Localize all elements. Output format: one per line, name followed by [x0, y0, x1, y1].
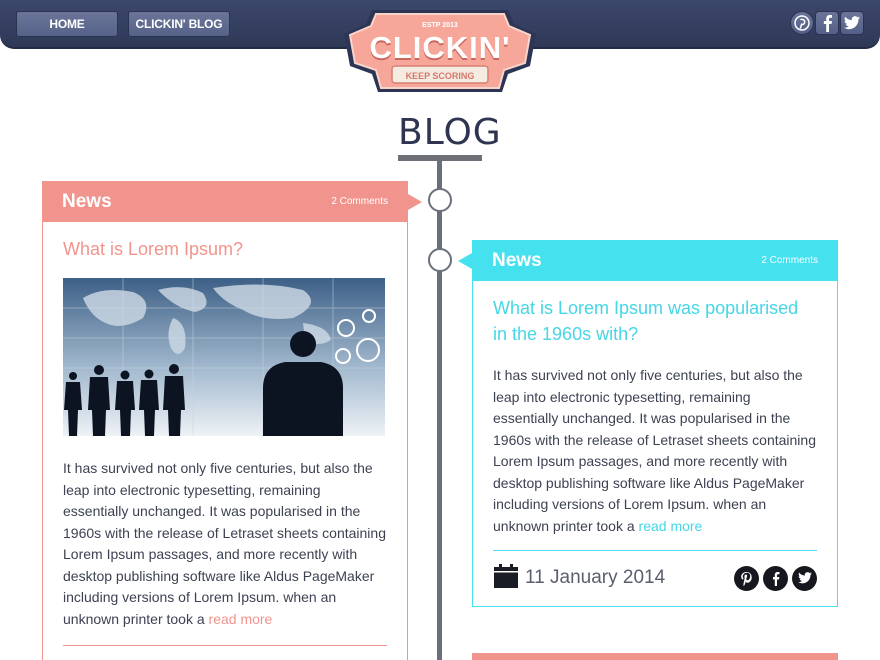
post-category: News — [62, 190, 112, 212]
post-excerpt-text: It has survived not only five centuries,… — [63, 460, 386, 627]
page: HOME CLICKIN' BLOG ESTP 2013 CLICKIN' KE… — [0, 0, 880, 660]
logo-tagline: KEEP SCORING — [405, 71, 475, 81]
blog-nav-button[interactable]: CLICKIN' BLOG — [128, 11, 230, 37]
comments-link[interactable]: 2 Comments — [761, 255, 818, 266]
post-header: News 2 Comments — [42, 181, 422, 222]
timeline-node — [428, 248, 452, 272]
next-post-card-header — [472, 653, 838, 660]
pinterest-icon[interactable] — [734, 565, 759, 591]
blog-post-card: News 2 Comments What is Lorem Ipsum? It … — [42, 181, 422, 660]
post-date: 11 January 2014 — [493, 563, 665, 594]
facebook-icon[interactable] — [763, 565, 788, 591]
read-more-link[interactable]: read more — [639, 518, 703, 534]
facebook-icon[interactable] — [815, 11, 839, 35]
post-date-text: 11 January 2014 — [525, 567, 666, 588]
post-category: News — [492, 249, 542, 271]
logo-established: ESTP 2013 — [422, 22, 458, 29]
twitter-icon[interactable] — [840, 11, 864, 35]
post-header: News 2 Comments — [458, 240, 838, 281]
calendar-icon — [493, 563, 519, 594]
page-title: BLOG — [398, 112, 502, 153]
twitter-icon[interactable] — [792, 565, 817, 591]
comments-link[interactable]: 2 Comments — [331, 196, 388, 207]
post-image — [63, 278, 385, 436]
clickin-logo[interactable]: ESTP 2013 CLICKIN' KEEP SCORING — [342, 4, 538, 96]
post-title[interactable]: What is Lorem Ipsum? — [63, 236, 387, 262]
timeline-line — [437, 160, 442, 660]
pinterest-icon[interactable] — [790, 11, 814, 35]
post-excerpt: It has survived not only five centuries,… — [63, 458, 387, 630]
share-buttons — [734, 565, 817, 591]
pointer-arrow — [408, 194, 422, 210]
post-excerpt-text: It has survived not only five centuries,… — [493, 367, 816, 534]
post-divider — [493, 550, 817, 551]
home-nav-button[interactable]: HOME — [16, 11, 118, 37]
post-divider — [63, 645, 387, 646]
post-excerpt: It has survived not only five centuries,… — [493, 365, 817, 537]
post-footer: 11 January 2014 — [493, 563, 817, 594]
blog-post-card: News 2 Comments What is Lorem Ipsum was … — [458, 240, 838, 607]
logo-name: CLICKIN' — [369, 30, 511, 65]
pointer-arrow — [458, 253, 472, 269]
read-more-link[interactable]: read more — [209, 611, 273, 627]
timeline-node — [428, 188, 452, 212]
post-title[interactable]: What is Lorem Ipsum was popularised in t… — [493, 295, 817, 347]
